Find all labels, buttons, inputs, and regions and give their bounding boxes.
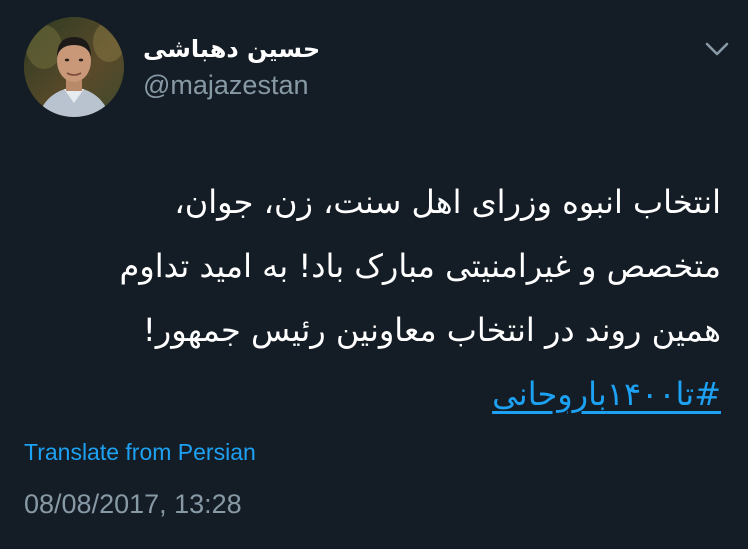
tweet-body: انتخاب انبوه وزرای اهل سنت، زن، جوان، مت… bbox=[16, 170, 721, 426]
tweet-timestamp[interactable]: 08/08/2017, 13:28 bbox=[24, 487, 242, 521]
chevron-down-icon bbox=[705, 42, 729, 56]
tweet-card: حسین دهباشی @majazestan انتخاب انبوه وزر… bbox=[0, 0, 748, 549]
translate-link[interactable]: Translate from Persian bbox=[24, 437, 256, 467]
author-display-name[interactable]: حسین دهباشی bbox=[143, 34, 320, 64]
author-handle[interactable]: @majazestan bbox=[143, 69, 308, 101]
tweet-menu-button[interactable] bbox=[700, 34, 734, 64]
avatar[interactable] bbox=[24, 17, 124, 117]
avatar-photo-icon bbox=[24, 17, 124, 117]
tweet-text-line: انتخاب انبوه وزرای اهل سنت، زن، جوان، bbox=[174, 183, 721, 221]
tweet-text-line: همین روند در انتخاب معاونین رئیس جمهور! bbox=[142, 311, 721, 349]
hashtag-link[interactable]: #تا۱۴۰۰باروحانی bbox=[492, 375, 721, 413]
tweet-text-line: متخصص و غیرامنیتی مبارک باد! به امید تدا… bbox=[119, 247, 721, 285]
hashtag-line: #تا۱۴۰۰باروحانی bbox=[16, 362, 721, 426]
